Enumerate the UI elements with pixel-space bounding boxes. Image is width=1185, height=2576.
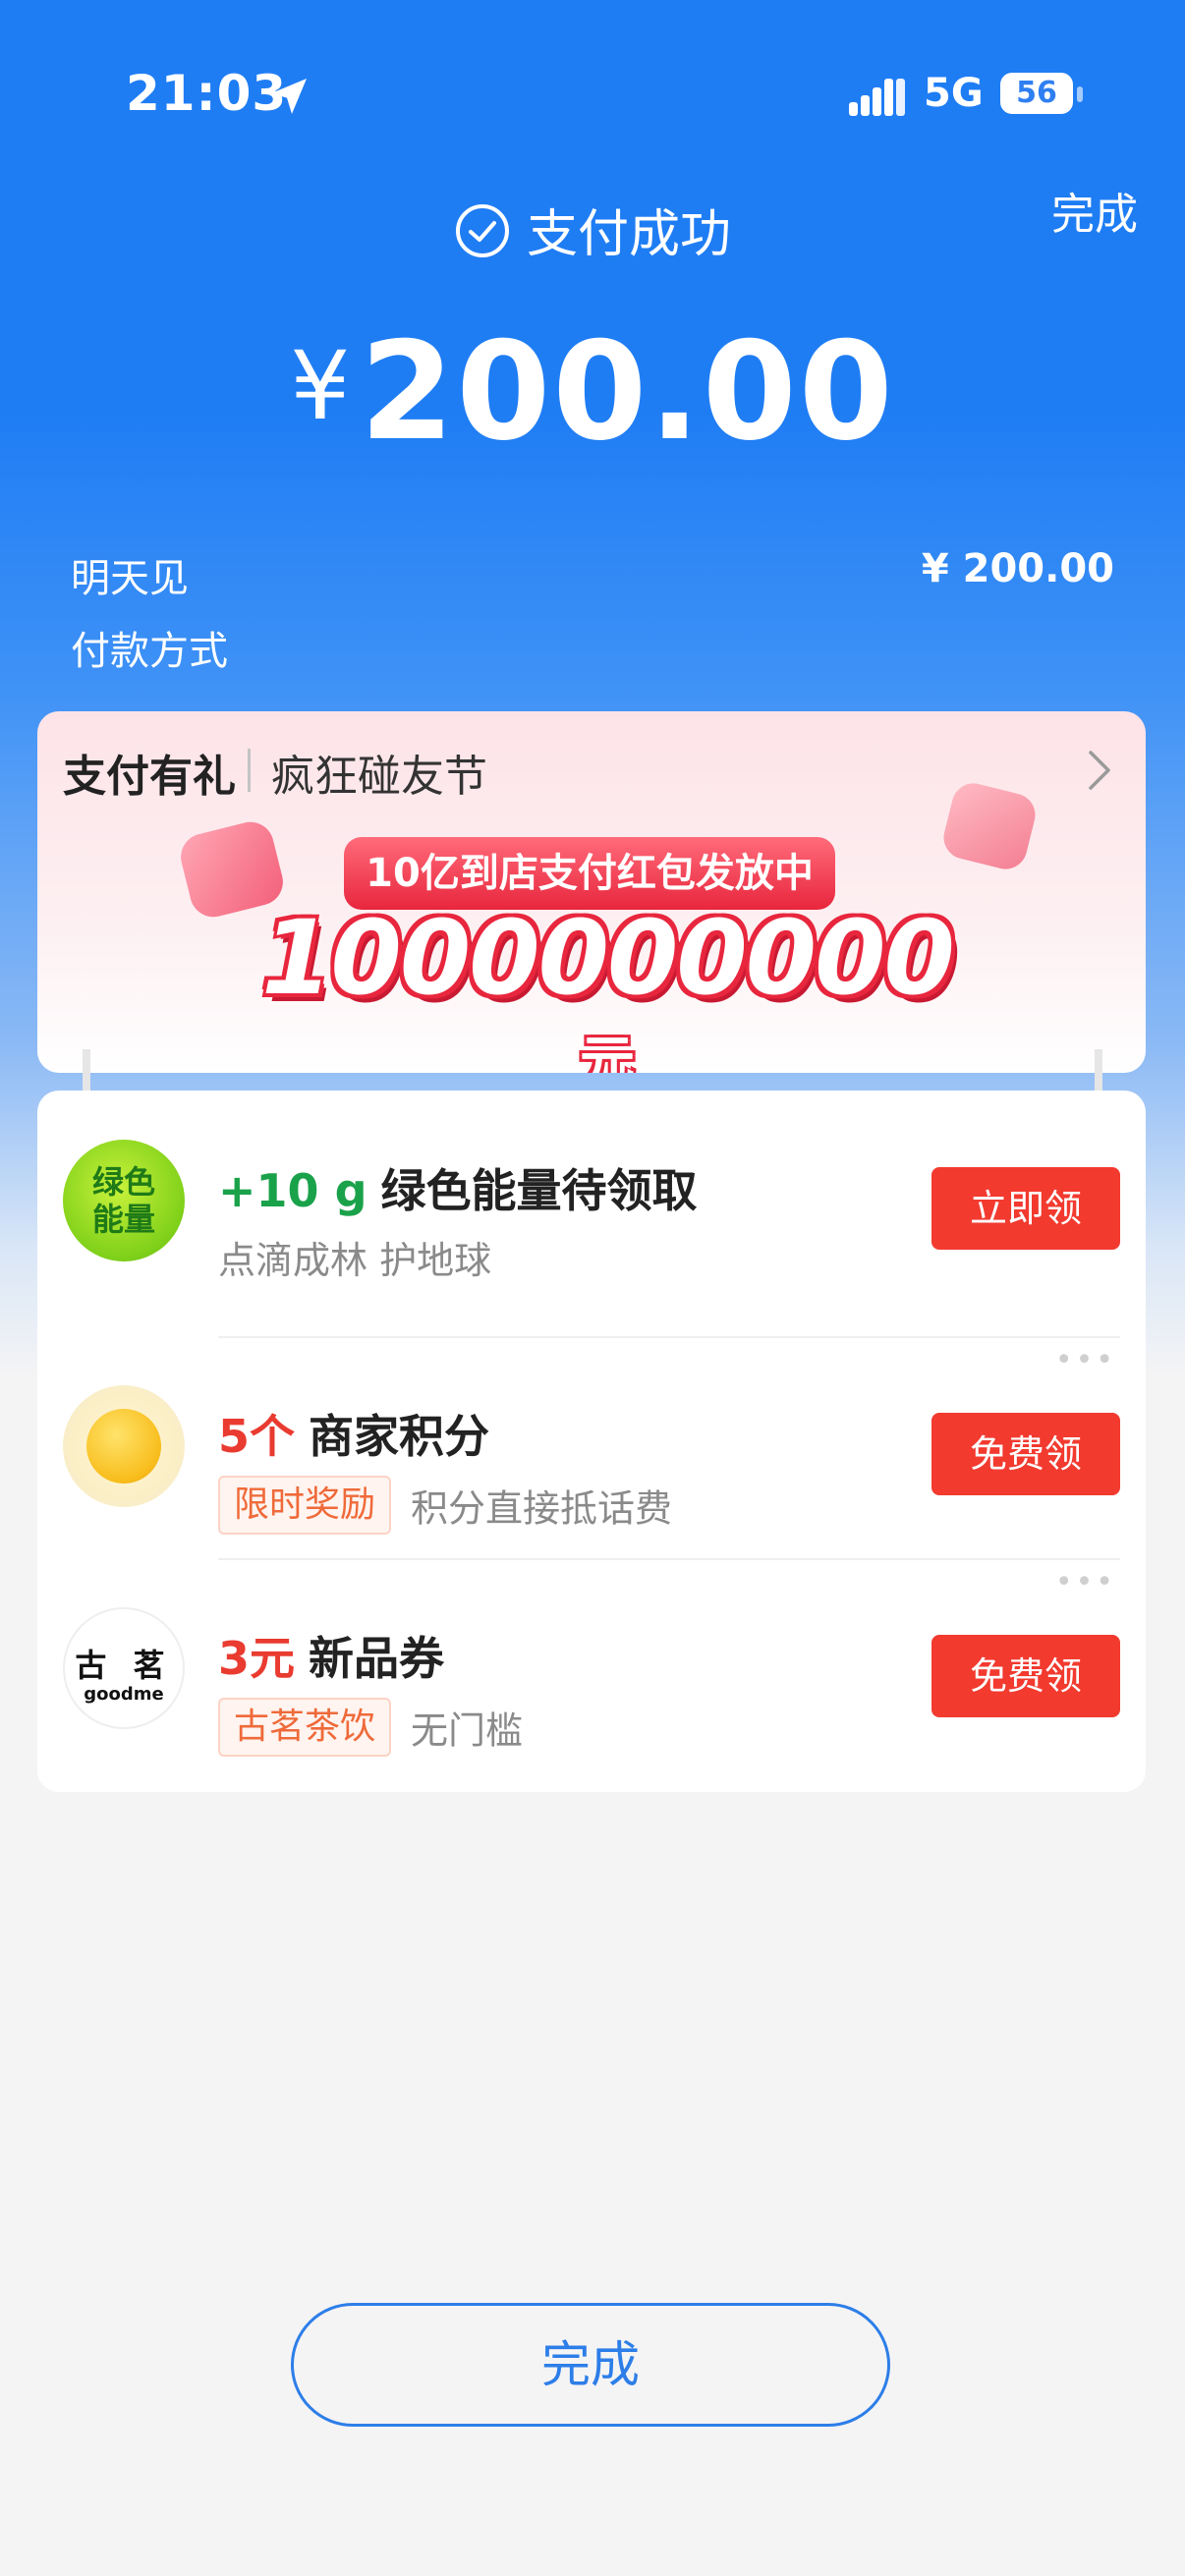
gift-box-icon — [938, 778, 1041, 874]
list-item: ••• 5个 商家积分 限时奖励 积分直接抵话费 免费领 — [37, 1336, 1146, 1558]
battery-tip — [1077, 86, 1083, 102]
reward-name: 绿色能量待领取 — [380, 1164, 698, 1217]
gold-coin-icon — [63, 1385, 185, 1507]
goodme-logo-cn: 古 茗 — [75, 1647, 173, 1684]
cellular-signal-icon — [849, 79, 905, 116]
reward-title: 3元 新品券 — [218, 1623, 444, 1688]
rewards-card: 绿色能量 +10 g 绿色能量待领取 点滴成林 护地球 立即领 ••• 5个 商家积… — [37, 1091, 1146, 1792]
chevron-right-icon — [1089, 751, 1110, 790]
location-arrow-icon — [271, 79, 307, 114]
reward-subtitle: 点滴成林 护地球 — [218, 1230, 491, 1284]
merchant-name: 明天见 — [71, 556, 189, 601]
reward-prefix: 3元 — [218, 1632, 296, 1685]
status-time: 21:03 — [126, 65, 288, 122]
currency-symbol: ¥ — [290, 331, 351, 441]
reward-tag: 限时奖励 — [218, 1476, 392, 1535]
promo-subtitle: 疯狂碰友节 — [271, 752, 487, 802]
promo-divider — [248, 749, 251, 792]
promo-banner[interactable]: 支付有礼 疯狂碰友节 10亿到店支付红包发放中 1000000000元 — [37, 711, 1146, 1073]
green-energy-icon: 绿色能量 — [63, 1140, 185, 1261]
claim-coupon-button[interactable]: 免费领 — [931, 1635, 1120, 1717]
claim-points-button[interactable]: 免费领 — [931, 1413, 1120, 1495]
more-icon[interactable]: ••• — [1055, 1346, 1116, 1375]
reward-title: 5个 商家积分 — [218, 1401, 489, 1466]
promo-unit: 元 — [580, 1031, 635, 1073]
reward-prefix: 5个 — [218, 1410, 296, 1463]
reward-desc: 无门槛 — [411, 1708, 524, 1753]
paid-amount: ¥200.00 — [0, 312, 1185, 471]
done-button[interactable]: 完成 — [291, 2303, 890, 2427]
status-bar: 21:03 5G 56 — [0, 59, 1185, 138]
goodme-logo: 古 茗 goodme — [63, 1607, 185, 1729]
reward-desc: 点滴成林 护地球 — [218, 1239, 492, 1282]
reward-prefix: +10 g — [218, 1164, 367, 1217]
payment-success-title: 支付成功 — [0, 193, 1185, 266]
reward-tag: 古茗茶饮 — [218, 1698, 392, 1757]
reward-subtitle: 古茗茶饮 无门槛 — [218, 1698, 523, 1757]
more-icon[interactable]: ••• — [1055, 1568, 1116, 1597]
reward-title: +10 g 绿色能量待领取 — [218, 1155, 698, 1220]
merchant-amount: ¥ 200.00 — [921, 546, 1114, 591]
goodme-logo-en: goodme — [84, 1684, 164, 1705]
reward-desc: 积分直接抵话费 — [411, 1486, 673, 1531]
check-circle-icon — [455, 204, 509, 257]
network-type: 5G — [924, 71, 984, 116]
reward-name: 新品券 — [309, 1632, 445, 1685]
battery-icon: 56 — [1000, 73, 1073, 114]
payment-method-label[interactable]: 付款方式 — [71, 619, 228, 676]
promo-number: 1000000000 — [261, 898, 955, 1018]
promo-big-number: 1000000000 元 — [244, 898, 971, 1073]
list-item: ••• 古 茗 goodme 3元 新品券 古茗茶饮 无门槛 免费领 — [37, 1558, 1146, 1780]
amount-value: 200.00 — [360, 312, 895, 471]
reward-name: 商家积分 — [309, 1410, 490, 1463]
reward-subtitle: 限时奖励 积分直接抵话费 — [218, 1476, 672, 1535]
success-text: 支付成功 — [526, 205, 731, 264]
list-item: 绿色能量 +10 g 绿色能量待领取 点滴成林 护地球 立即领 — [37, 1091, 1146, 1313]
claim-energy-button[interactable]: 立即领 — [931, 1167, 1120, 1250]
divider — [218, 1558, 1120, 1560]
coin-face — [86, 1409, 161, 1484]
green-energy-avatar-text: 绿色能量 — [91, 1163, 155, 1238]
promo-title: 支付有礼 — [63, 752, 236, 802]
divider — [218, 1336, 1120, 1338]
